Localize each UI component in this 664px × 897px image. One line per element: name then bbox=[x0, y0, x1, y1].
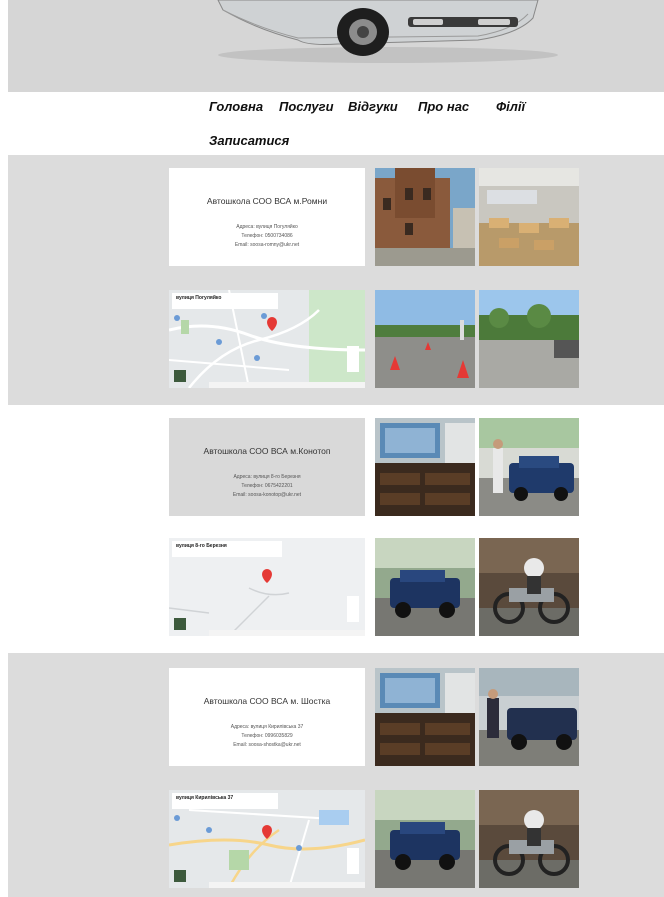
branch-email: Email: soosa-romny@ukr.net bbox=[234, 242, 300, 248]
branch-address: Адреса: вулиця Погуляйко bbox=[236, 224, 298, 230]
nav-link-reviews[interactable]: Відгуки bbox=[348, 99, 398, 114]
branch-photo[interactable] bbox=[479, 168, 579, 266]
branch-photo[interactable] bbox=[375, 418, 475, 516]
car-image bbox=[217, 0, 558, 63]
hero-banner bbox=[8, 0, 664, 92]
branch-photo[interactable] bbox=[375, 790, 475, 888]
nav-link-branches[interactable]: Філії bbox=[496, 99, 525, 114]
map-label: вулиця 8-го Березня bbox=[176, 543, 227, 549]
branch-photo[interactable] bbox=[479, 290, 579, 388]
branch-map[interactable]: вулиця Кирилівська 37 bbox=[169, 790, 365, 888]
branch-email: Email: soosa-konotop@ukr.net bbox=[232, 492, 302, 498]
branch-photo[interactable] bbox=[479, 668, 579, 766]
map-label: вулиця Погуляйко bbox=[176, 295, 222, 301]
branch-card: Автошкола СОО ВСА м.Ромни Адреса: вулиця… bbox=[169, 168, 365, 266]
branch-map[interactable]: вулиця Погуляйко bbox=[169, 290, 365, 388]
map-label: вулиця Кирилівська 37 bbox=[176, 795, 234, 801]
branch-phone: Телефон: 0996035829 bbox=[241, 733, 293, 739]
branch-card: Автошкола СОО ВСА м. Шостка Адреса: вули… bbox=[169, 668, 365, 766]
branch-phone: Телефон: 0675422201 bbox=[241, 483, 293, 489]
branch-phone: Телефон: 0500734086 bbox=[241, 233, 293, 239]
nav-link-signup[interactable]: Записатися bbox=[209, 133, 289, 148]
branch-address: Адреса: вулиця Кирилівська 37 bbox=[230, 724, 304, 730]
branch-title: Автошкола СОО ВСА м.Конотоп bbox=[203, 446, 331, 456]
branch-title: Автошкола СОО ВСА м. Шостка bbox=[203, 696, 331, 706]
nav-link-home[interactable]: Головна bbox=[209, 99, 263, 114]
nav-link-about[interactable]: Про нас bbox=[418, 99, 469, 114]
branch-title: Автошкола СОО ВСА м.Ромни bbox=[206, 196, 328, 206]
main-nav: Головна Послуги Відгуки Про нас Філії За… bbox=[0, 92, 664, 155]
branch-photo[interactable] bbox=[479, 790, 579, 888]
branch-email: Email: soosa-shostka@ukr.net bbox=[233, 742, 301, 748]
nav-link-services[interactable]: Послуги bbox=[279, 99, 334, 114]
branch-address: Адреса: вулиця 8-го Березня bbox=[233, 474, 301, 480]
branch-photo[interactable] bbox=[479, 418, 579, 516]
branch-map[interactable]: вулиця 8-го Березня bbox=[169, 538, 365, 636]
branch-photo[interactable] bbox=[375, 168, 475, 266]
branch-photo[interactable] bbox=[375, 668, 475, 766]
branch-card: Автошкола СОО ВСА м.Конотоп Адреса: вули… bbox=[169, 418, 365, 516]
branch-photo[interactable] bbox=[479, 538, 579, 636]
branch-photo[interactable] bbox=[375, 290, 475, 388]
branch-photo[interactable] bbox=[375, 538, 475, 636]
